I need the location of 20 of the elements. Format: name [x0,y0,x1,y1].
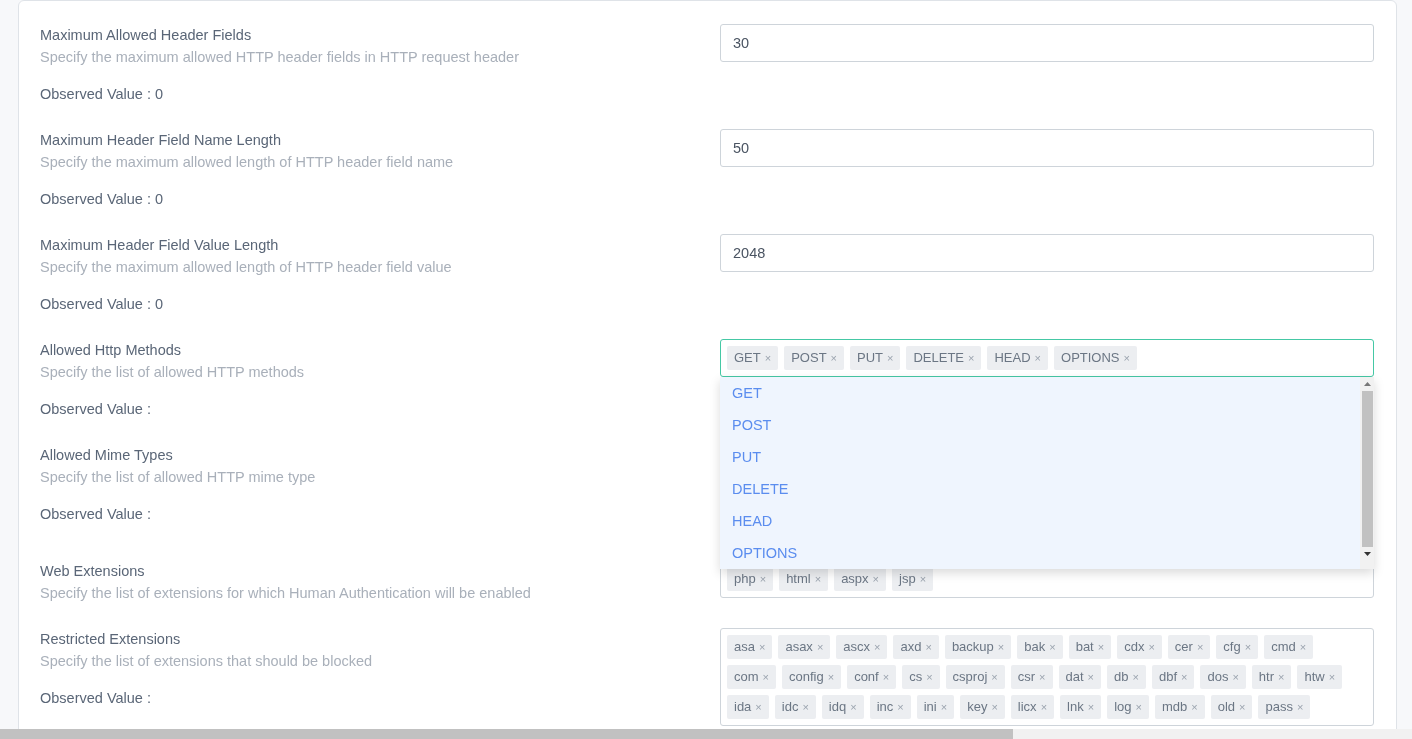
setting-title: Maximum Header Field Value Length [40,236,280,255]
observed-value: Observed Value : [40,689,152,708]
setting-description: Specify the maximum allowed length of HTTP header field name [40,153,455,172]
setting-description: Specify the list of allowed HTTP mime type [40,468,317,487]
setting-title: Web Extensions [40,562,146,581]
observed-value: Observed Value : 0 [40,190,165,209]
setting-title: Restricted Extensions [40,630,182,649]
setting-title: Maximum Header Field Name Length [40,131,282,150]
setting-title: Allowed Http Methods [40,341,183,360]
observed-value: Observed Value : 0 [40,295,165,314]
setting-description: Specify the maximum allowed length of HTTP header field value [40,258,453,277]
observed-value: Observed Value : [40,505,152,524]
setting-description: Specify the maximum allowed HTTP header fields in HTTP request header [40,48,520,67]
setting-description: Specify the list of allowed HTTP methods [40,363,306,382]
setting-description: Specify the list of extensions for which Human Authentication will be enabled [40,584,532,603]
observed-value: Observed Value : [40,400,152,419]
setting-description: Specify the list of extensions that should be blocked [40,652,374,671]
setting-title: Allowed Mime Types [40,446,174,465]
setting-title: Maximum Allowed Header Fields [40,26,253,45]
observed-value: Observed Value : 0 [40,85,165,104]
